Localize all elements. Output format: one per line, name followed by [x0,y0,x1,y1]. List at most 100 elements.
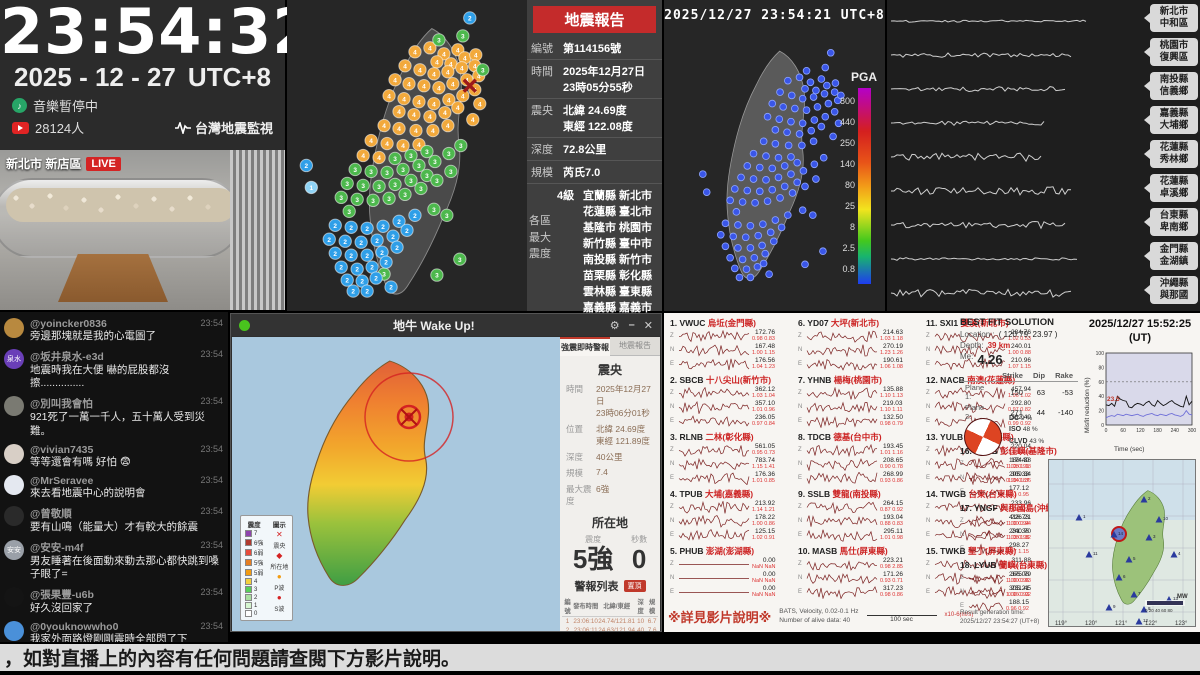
intensity-dot: 4 [398,93,410,105]
trace-values: 418.731.00 0.94 [1006,515,1029,527]
pga-station-dot [823,82,830,89]
station-trace-row: Z172.760.98 0.83 [670,329,792,343]
pga-station-dot [754,263,761,270]
close-icon[interactable]: ✕ [644,319,653,332]
tab-eew[interactable]: 強震即時警報 [560,337,610,356]
svg-text:3: 3 [433,159,437,166]
webcam-panel: 新北市 新店區 LIVE [0,150,285,310]
chat-timestamp: 23:54 [200,587,223,597]
station-trace-row: Z561.050.95 0.73 [670,443,792,457]
component-trace [806,501,878,514]
alert-row[interactable]: 223:06:1124.63/121.94407.6 [562,626,658,631]
svg-text:2: 2 [343,239,347,246]
settings-gear-icon[interactable]: ⚙ [610,319,620,332]
station-name-line1: 嘉義縣 [1150,108,1198,120]
chat-message[interactable]: 安安@安安-m4f男友睡著在後面動來動去那心都快跳到嗓子眼了=23:54 [0,536,228,583]
alert-row[interactable]: 123:06:1024.74/121.81106.7 [562,616,658,626]
lon-label: 119° [1055,621,1067,627]
component-label: Z [798,447,804,453]
trace-values: 176.561.04 1.23 [752,358,775,370]
trace-values: 0.00NaN NaN [752,572,776,584]
component-label: Z [670,561,676,567]
trace-values: 264.150.87 0.92 [880,501,903,513]
waveform-row: 桃園市復興區 [887,38,1200,72]
chat-username[interactable]: @yoincker0836 [30,318,222,330]
svg-text:3: 3 [425,149,429,156]
tab-report[interactable]: 地震報告 [610,337,660,356]
legend-intensity-item: 0 [245,610,263,617]
chat-message[interactable]: @vivian7435等等還會有嗎 好怕 😨23:54 [0,440,228,471]
chat-message[interactable]: @0youknowwho0我家外面路燈剛剛震時全部閃了下23:54 [0,617,228,642]
component-label: Z [926,333,932,339]
pga-station-dot [756,164,763,171]
chat-text: 旁邊那塊就是我的心電圖了 [30,330,222,343]
chat-username[interactable]: @MrSeravee [30,475,222,487]
intensity-areas: 基隆市 桃園市 [583,219,652,235]
chat-message[interactable]: @yoincker0836旁邊那塊就是我的心電圖了23:54 [0,314,228,345]
intensity-dot: 4 [393,122,405,134]
chat-username[interactable]: @vivian7435 [30,444,222,456]
intensity-dot: 4 [365,134,377,146]
pga-station-dot [799,207,806,214]
pga-station-dot [777,195,784,202]
svg-text:4: 4 [393,77,397,84]
pga-station-dot [777,89,784,96]
chat-username[interactable]: @曾敬順 [30,506,222,521]
svg-text:60: 60 [1098,380,1104,386]
chat-message[interactable]: 泉水@坂井泉水-e3d地震時我在大便 嚇的屁股都沒擦..............… [0,345,228,392]
pga-station-dot [788,171,795,178]
alert-pin-button[interactable]: 置頂 [624,580,646,592]
chat-panel[interactable]: @yoincker0836旁邊那塊就是我的心電圖了23:54泉水@坂井泉水-e3… [0,312,228,642]
report-field-label: 規模 [531,164,559,180]
intensity-dot: 2 [380,256,392,268]
chat-username[interactable]: @安安-m4f [30,540,222,555]
chat-username[interactable]: @坂井泉水-e3d [30,349,222,364]
component-label: N [670,404,676,410]
chat-message[interactable]: @曾敬順要有山鳴（能量大）才有較大的餘震23:54 [0,502,228,536]
component-label: Z [670,447,676,453]
wakeup-app-window: 地牛 Wake Up! ⚙ – ✕ [230,313,662,632]
svg-text:4: 4 [446,123,450,130]
alert-cell: 23:06:10 [573,616,598,626]
chat-text: 男友睡著在後面動來動去那心都快跳到嗓子眼了= [30,555,222,581]
chat-message[interactable]: @張果豐-u6b好久沒回家了23:54 [0,583,228,617]
legend-intensity-item: 6弱 [245,548,263,557]
wakeup-field: 位置北緯 24.69度 東經 121.89度 [560,421,660,449]
bestfit-station: 8. TDCB 德基(台中市)Z193.451.01 1.16N208.650.… [798,431,920,485]
field-value: 2025年12月27日 23時06分01秒 [596,383,654,419]
fit-ratios: 1.00 0.86 [752,522,775,528]
pga-station-dot [756,188,763,195]
station-tag: 嘉義縣大埔鄉 [1150,106,1198,134]
trace-values: 193.040.88 0.83 [880,515,903,527]
waveform-row: 新北市中和區 [887,4,1200,38]
wakeup-titlebar[interactable]: 地牛 Wake Up! ⚙ – ✕ [231,314,661,336]
waveform-row: 南投縣信義鄉 [887,72,1200,106]
chat-username[interactable]: @別叫我會怕 [30,396,222,411]
intensity-dot: 4 [442,119,454,131]
pga-station-dot [802,85,809,92]
minimize-icon[interactable]: – [629,319,635,332]
waveform-row: 花蓮縣秀林鄉 [887,140,1200,174]
trace-values: 214.631.03 1.18 [880,330,903,342]
fit-ratios: 0.98 2.85 [880,565,903,571]
chat-username[interactable]: @0youknowwho0 [30,621,222,633]
intensity-dot: 3 [357,179,369,191]
pga-station-dot [775,174,782,181]
chat-message[interactable]: @MrSeravee來去看地震中心的說明會23:54 [0,471,228,502]
pga-station-dot [799,120,806,127]
pga-station-dot [796,74,803,81]
svg-text:80: 80 [1098,365,1104,371]
chat-username[interactable]: @張果豐-u6b [30,587,222,602]
fit-ratios: 1.01 0.85 [752,479,775,485]
intensity-dot: 4 [428,97,440,109]
radiator-texture [230,150,285,310]
station-name-line1: 桃園市 [1150,40,1198,52]
trace-values: 205.330.99 0.87 [1006,472,1029,484]
svg-text:3: 3 [445,213,449,220]
station-title: 7. YHNB 楊梅(桃園市) [798,374,920,386]
svg-text:3: 3 [353,167,357,174]
trace-values: 298.271.07 1.15 [1006,543,1029,555]
chat-message[interactable]: @別叫我會怕921死了一萬一千人，五十萬人受到災難。23:54 [0,392,228,439]
report-row: 規模芮氏7.0 [527,161,662,184]
clock-panel: 23:54:32 2025 - 12 - 27 UTC+8 ♪ 音樂暫停中 28… [0,0,285,150]
